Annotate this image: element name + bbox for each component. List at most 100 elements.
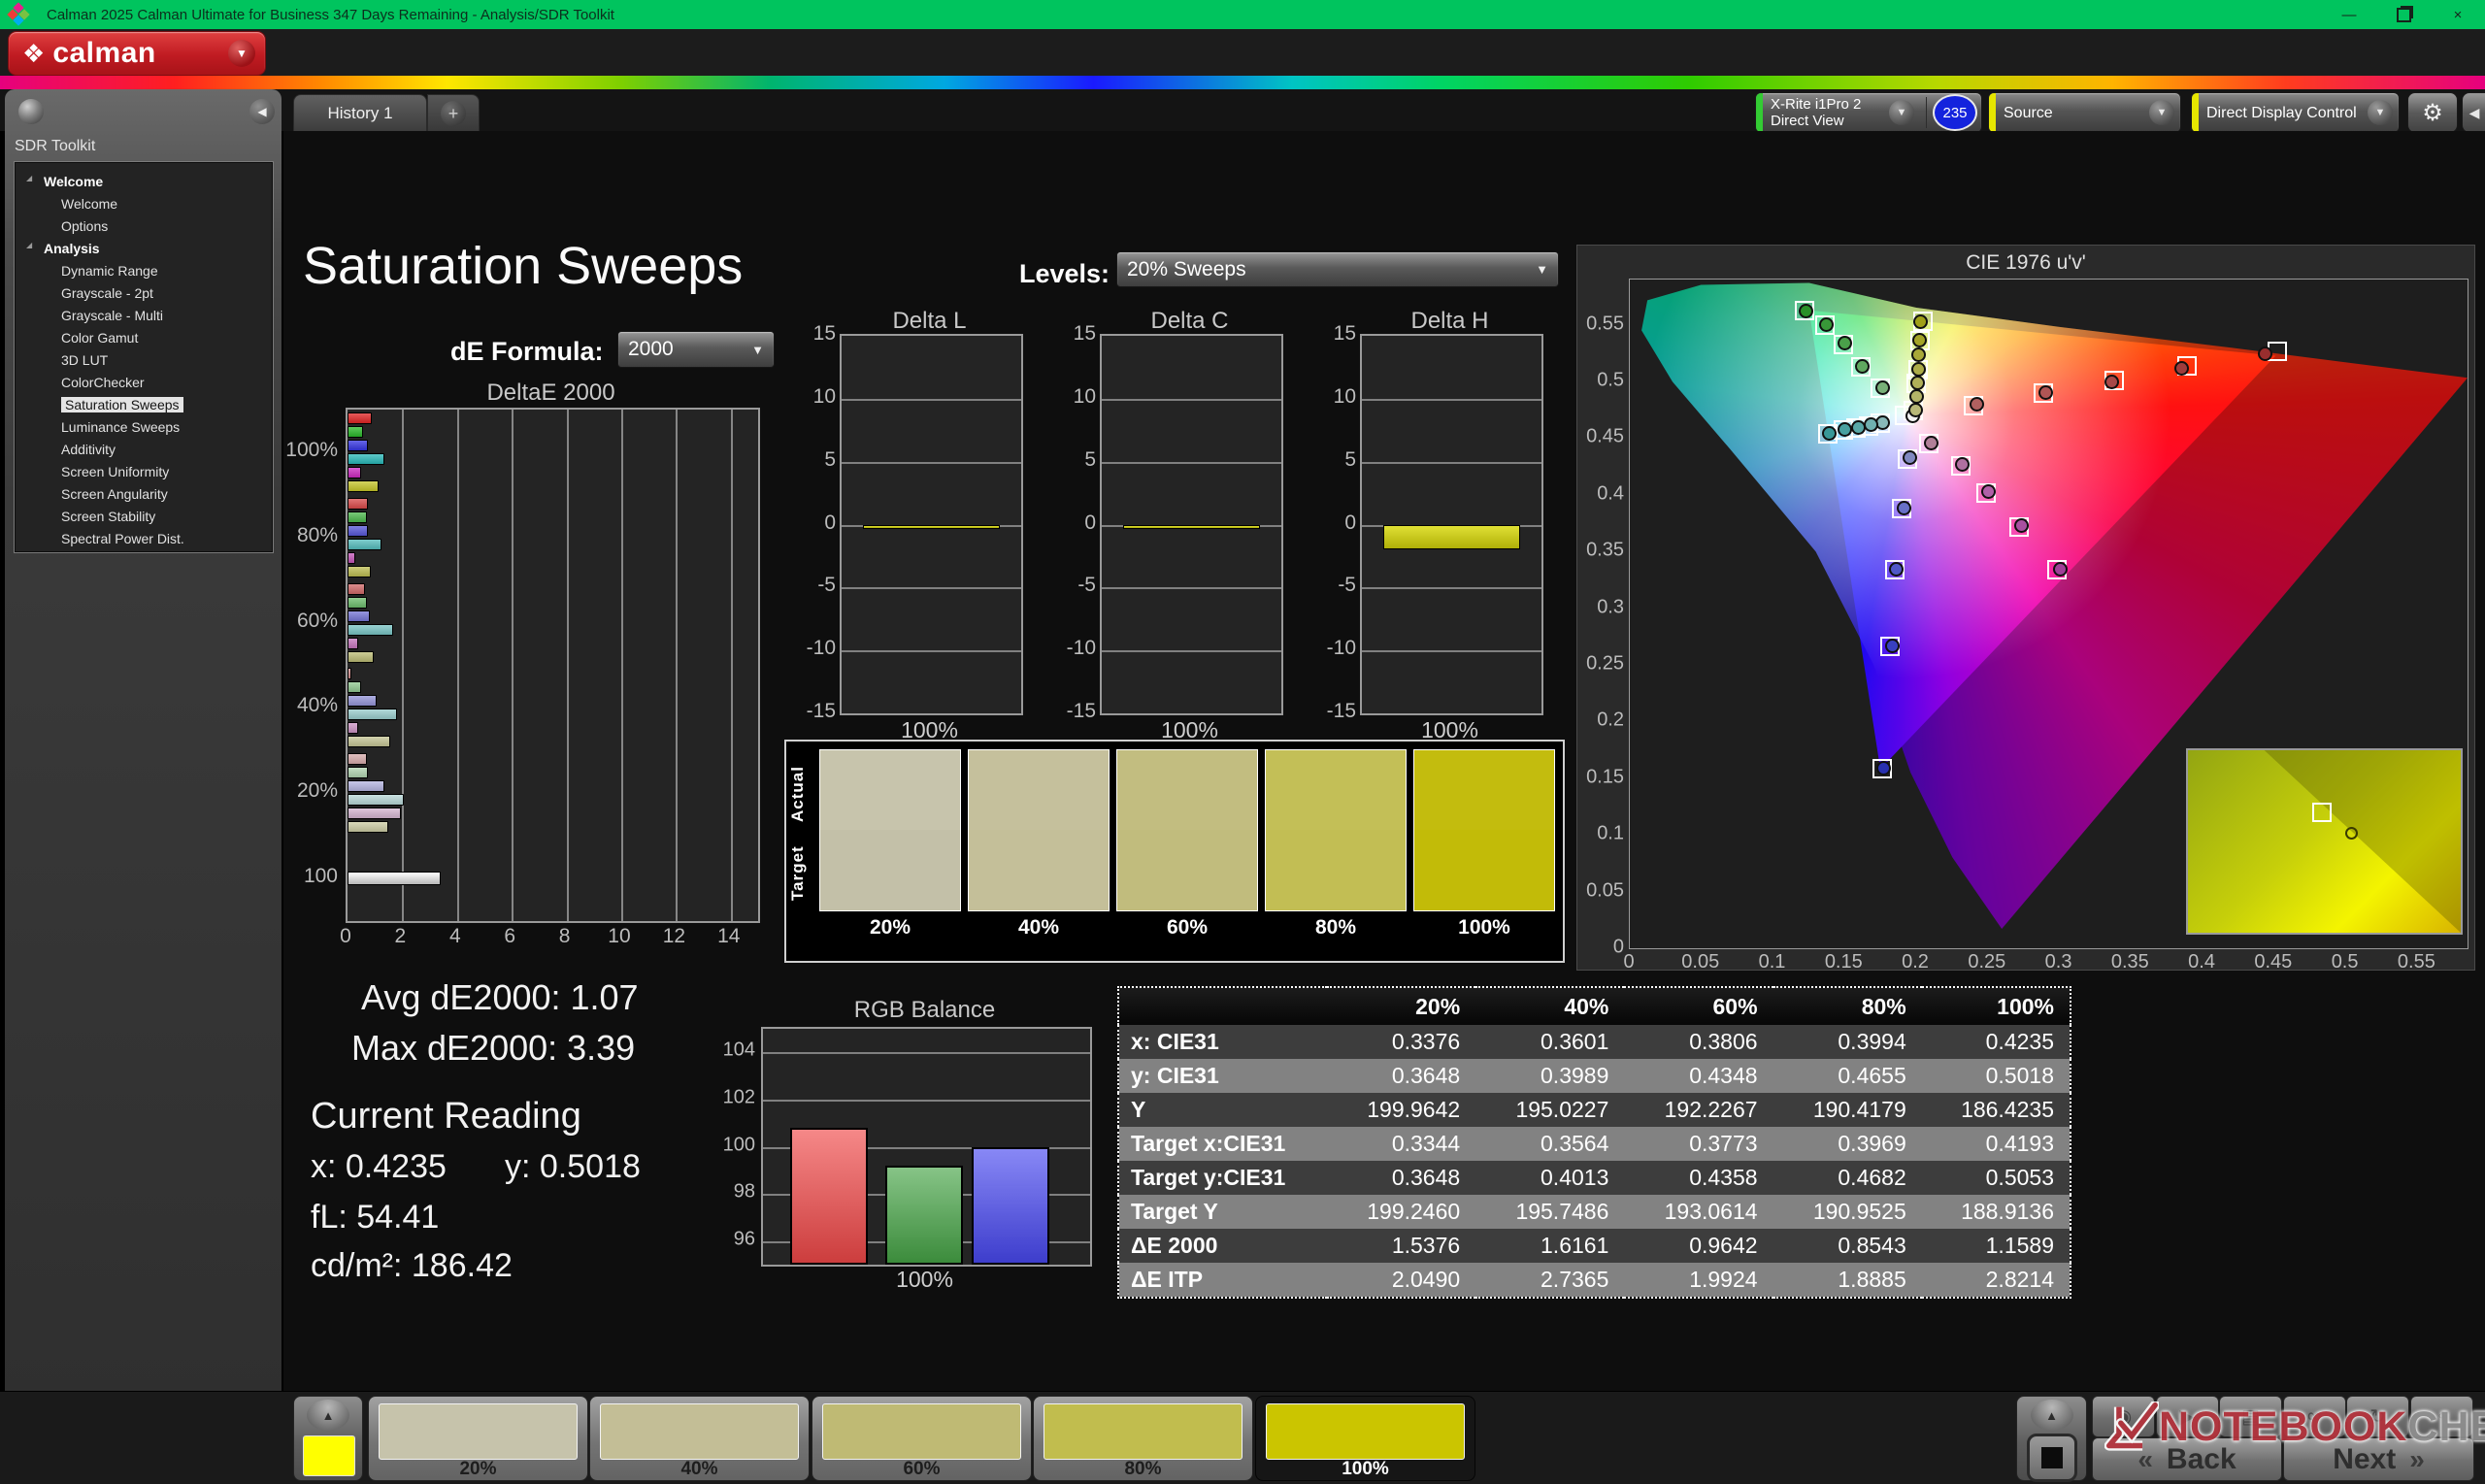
loop-button[interactable]: ∞ — [2283, 1396, 2346, 1437]
patch-label: 80% — [1034, 1459, 1252, 1480]
bar — [348, 780, 384, 792]
patch-button-20[interactable]: 20% — [368, 1396, 588, 1481]
table-cell: 0.3994 — [1773, 1025, 1922, 1059]
axis-label: 100 — [723, 1134, 755, 1156]
sidebar-item-color-gamut[interactable]: Color Gamut — [15, 326, 273, 348]
gridline — [1102, 587, 1281, 589]
dot-button[interactable]: ◦ — [2410, 1396, 2473, 1437]
panel-collapse-button[interactable]: ◀ — [2462, 92, 2485, 133]
expand-up-button[interactable]: ▲ — [2031, 1400, 2073, 1431]
sidebar-item-analysis[interactable]: ◢Analysis — [15, 237, 273, 259]
settings-button[interactable]: ⚙ — [2407, 92, 2458, 133]
delta-l-chart — [840, 334, 1023, 715]
patch-chip — [600, 1403, 799, 1460]
sidebar-item-spectral-power-dist[interactable]: Spectral Power Dist. — [15, 527, 273, 549]
sidebar-item-welcome[interactable]: ◢Welcome — [15, 170, 273, 192]
source-caret[interactable]: ▼ — [2149, 100, 2174, 125]
meter-caret[interactable]: ▼ — [1889, 100, 1914, 125]
play-icon: ▶ — [2179, 1404, 2194, 1429]
axis-label: 40% — [297, 694, 338, 717]
next-button[interactable]: Next » — [2283, 1437, 2474, 1481]
play-button[interactable]: ▶ — [2156, 1396, 2219, 1437]
sphere-button[interactable] — [18, 99, 44, 124]
stop-button[interactable] — [2027, 1434, 2077, 1482]
swatch-label: 20% — [819, 916, 961, 940]
source-dropdown[interactable]: Source ▼ — [1988, 92, 2181, 133]
column-header: 40% — [1475, 987, 1624, 1025]
sidebar-item-grayscale-multi[interactable]: Grayscale - Multi — [15, 304, 273, 326]
gridline — [842, 399, 1021, 401]
bar — [348, 498, 368, 510]
cie-measurement-dot — [1875, 380, 1890, 395]
bar — [348, 872, 441, 885]
gridline — [1362, 587, 1541, 589]
sidebar-item-options[interactable]: Options — [15, 214, 273, 237]
rgb-balance-x-label: 100% — [761, 1267, 1088, 1293]
current-patch-color[interactable] — [303, 1435, 355, 1476]
meter-count-badge[interactable]: 235 — [1933, 94, 1977, 131]
refresh-button[interactable]: ↻ — [2346, 1396, 2409, 1437]
axis-label: 0 — [824, 511, 836, 535]
table-row-target-y-cie31: Target y:CIE310.36480.40130.43580.46820.… — [1118, 1161, 2071, 1195]
display-caret[interactable]: ▼ — [2368, 100, 2393, 125]
sidebar-item-screen-angularity[interactable]: Screen Angularity — [15, 482, 273, 505]
display-control-dropdown[interactable]: Direct Display Control ▼ — [2191, 92, 2400, 133]
sidebar-item-saturation-sweeps[interactable]: Saturation Sweeps — [15, 393, 273, 415]
sidebar-item-dynamic-range[interactable]: Dynamic Range — [15, 259, 273, 281]
table-cell: 0.3989 — [1475, 1059, 1624, 1093]
sidebar-item-luminance-sweeps[interactable]: Luminance Sweeps — [15, 415, 273, 438]
table-cell: 0.3376 — [1327, 1025, 1475, 1059]
sidebar-collapse-button[interactable]: ◀ — [249, 99, 275, 124]
axis-label: 10 — [1334, 385, 1356, 409]
sidebar-item-label: Additivity — [61, 442, 116, 457]
sidebar-item-3d-lut[interactable]: 3D LUT — [15, 348, 273, 371]
capture-button[interactable]: ◉ — [2092, 1396, 2155, 1437]
patch-label: 60% — [812, 1459, 1031, 1480]
axis-label: -5 — [1338, 574, 1356, 597]
levels-dropdown[interactable]: 20% Sweeps ▼ — [1116, 251, 1559, 287]
expand-up-button[interactable]: ▲ — [307, 1400, 349, 1431]
actual-swatch — [1413, 749, 1555, 831]
sidebar-item-label: 3D LUT — [61, 352, 108, 368]
actual-target-swatch-panel: Actual Target 20%40%60%80%100% — [784, 740, 1565, 963]
table-cell: 195.0227 — [1475, 1093, 1624, 1127]
minimize-button[interactable]: — — [2322, 0, 2376, 29]
patch-button-100[interactable]: 100% — [1255, 1396, 1475, 1481]
levels-button[interactable]: ▤ — [2219, 1396, 2282, 1437]
de-formula-dropdown[interactable]: 2000 ▼ — [617, 331, 775, 368]
axis-label: 60% — [297, 610, 338, 633]
calman-menu-button[interactable]: ❖ calman ▼ — [8, 31, 266, 76]
patch-button-80[interactable]: 80% — [1033, 1396, 1253, 1481]
swatch-label: 100% — [1413, 916, 1555, 940]
patch-button-60[interactable]: 60% — [812, 1396, 1032, 1481]
sidebar-item-grayscale-2pt[interactable]: Grayscale - 2pt — [15, 281, 273, 304]
table-cell: 1.1589 — [1922, 1229, 2071, 1263]
table-cell: 193.0614 — [1624, 1195, 1773, 1229]
patch-button-40[interactable]: 40% — [589, 1396, 810, 1481]
axis-label: 0.45 — [2254, 951, 2292, 973]
sidebar-item-colorchecker[interactable]: ColorChecker — [15, 371, 273, 393]
target-swatch — [1413, 830, 1555, 911]
table-row-y-cie31: y: CIE310.36480.39890.43480.46550.5018 — [1118, 1059, 2071, 1093]
tab-history-1[interactable]: History 1 — [293, 94, 427, 132]
cie-measurement-dot — [2104, 375, 2119, 389]
sidebar-item-screen-stability[interactable]: Screen Stability — [15, 505, 273, 527]
table-cell: 0.3648 — [1327, 1059, 1475, 1093]
add-tab-button[interactable]: + — [427, 94, 480, 132]
sidebar-item-welcome[interactable]: Welcome — [15, 192, 273, 214]
sidebar-item-screen-uniformity[interactable]: Screen Uniformity — [15, 460, 273, 482]
sidebar-title: SDR Toolkit — [15, 138, 95, 155]
sidebar-item-additivity[interactable]: Additivity — [15, 438, 273, 460]
restore-button[interactable] — [2376, 0, 2431, 29]
meter-dropdown[interactable]: X-Rite i1Pro 2Direct View ▼ 235 — [1755, 92, 1982, 133]
table-row-y: Y199.9642195.0227192.2267190.4179186.423… — [1118, 1093, 2071, 1127]
calman-menu-caret[interactable]: ▼ — [228, 40, 255, 67]
chevron-left-icon: ◀ — [2469, 105, 2480, 121]
axis-label: -5 — [817, 574, 836, 597]
bar-group-60 — [348, 580, 758, 666]
bar — [348, 525, 368, 537]
back-button[interactable]: « Back — [2092, 1437, 2282, 1481]
close-button[interactable]: × — [2431, 0, 2485, 29]
sidebar-item-label: Grayscale - Multi — [61, 308, 163, 323]
bar — [348, 426, 363, 438]
